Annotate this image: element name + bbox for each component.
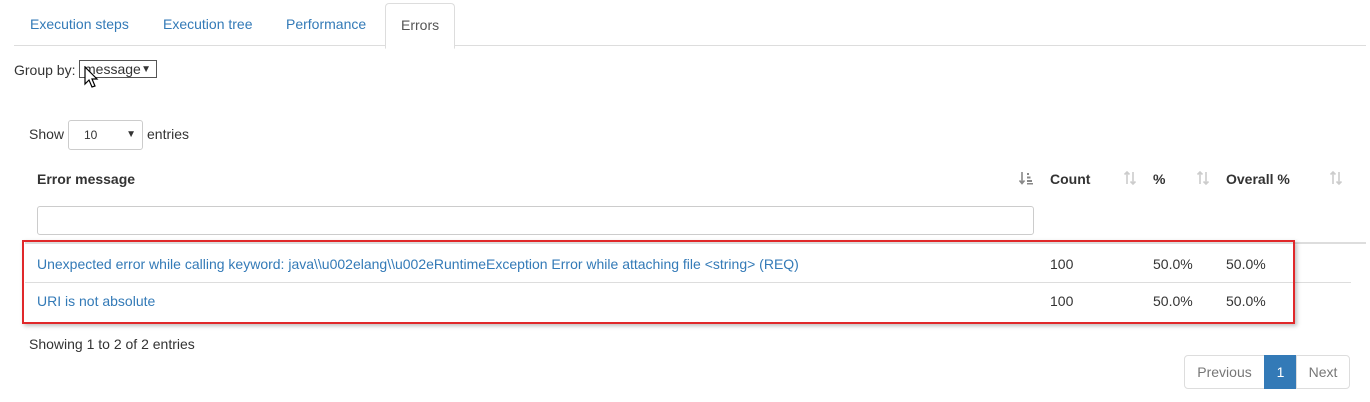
error-message-link[interactable]: Unexpected error while calling keyword: … [37,246,799,283]
tab-execution-tree[interactable]: Execution tree [148,0,268,44]
next-page-button[interactable]: Next [1296,355,1350,389]
tab-bar: Execution steps Execution tree Performan… [14,0,1366,49]
entries-per-page-value: 10 [84,128,98,142]
tab-execution-steps[interactable]: Execution steps [15,0,144,44]
column-header-count[interactable]: Count [1050,171,1090,187]
error-message-link[interactable]: URI is not absolute [37,283,155,320]
column-header-error-message[interactable]: Error message [37,171,135,187]
table-row: URI is not absolute 100 50.0% 50.0% [25,283,1351,320]
sort-both-icon[interactable] [1123,170,1137,186]
column-header-overall-percent[interactable]: Overall % [1226,171,1290,187]
percent-cell: 50.0% [1153,293,1193,309]
sort-both-icon[interactable] [1196,170,1210,186]
percent-cell: 50.0% [1153,256,1193,272]
count-cell: 100 [1050,293,1074,309]
chevron-down-icon: ▼ [126,129,136,140]
table-info: Showing 1 to 2 of 2 entries [29,336,195,352]
tab-performance[interactable]: Performance [271,0,381,44]
column-header-percent[interactable]: % [1153,171,1165,187]
pagination: Previous 1 Next [1184,355,1350,389]
table-row: Unexpected error while calling keyword: … [25,246,1351,283]
mouse-cursor-icon [84,66,99,88]
sort-descending-icon[interactable] [1019,170,1033,186]
entries-per-page-select[interactable]: 10 ▼ [68,120,143,150]
overall-percent-cell: 50.0% [1226,293,1266,309]
error-message-filter-input[interactable] [37,206,1034,235]
count-cell: 100 [1050,256,1074,272]
header-divider [25,242,1366,244]
tab-errors[interactable]: Errors [385,3,456,49]
group-by-label: Group by: [14,62,76,78]
show-label: Show [29,126,65,142]
sort-both-icon[interactable] [1329,170,1343,186]
entries-label: entries [147,126,190,142]
page-1-button[interactable]: 1 [1264,355,1297,389]
overall-percent-cell: 50.0% [1226,256,1266,272]
chevron-down-icon: ▼ [141,64,151,75]
previous-page-button[interactable]: Previous [1184,355,1265,389]
